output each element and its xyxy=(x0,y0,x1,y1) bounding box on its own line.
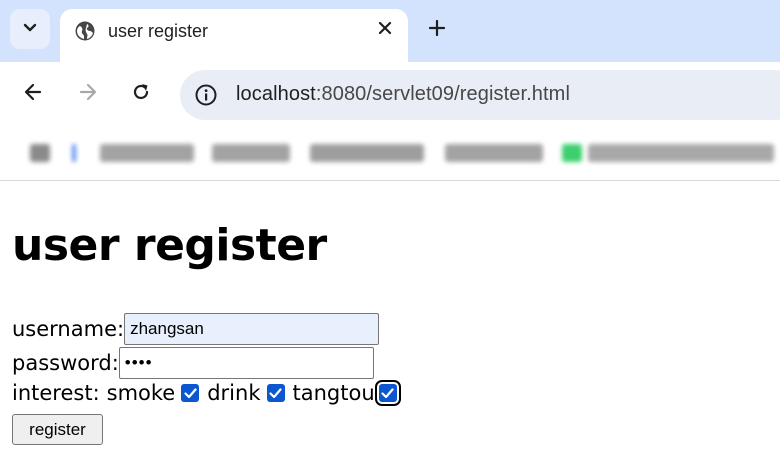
bookmark-item[interactable] xyxy=(212,144,290,162)
close-tab-button[interactable] xyxy=(374,19,396,41)
globe-icon xyxy=(74,20,96,47)
chevron-down-icon xyxy=(23,20,37,38)
bookmark-item[interactable] xyxy=(588,144,774,162)
plus-icon xyxy=(428,19,446,42)
password-label: password: xyxy=(12,351,119,375)
bookmark-separator xyxy=(72,144,76,162)
arrow-right-icon xyxy=(78,82,98,107)
checkmark-icon xyxy=(184,387,197,398)
username-input[interactable] xyxy=(124,313,380,345)
bookmark-item[interactable] xyxy=(562,144,582,162)
interest-drink-label: drink xyxy=(207,381,261,405)
browser-toolbar: localhost:8080/servlet09/register.html xyxy=(0,62,780,126)
close-icon xyxy=(378,21,392,40)
interest-tangtou-label: tangtou xyxy=(292,381,375,405)
bookmark-item[interactable] xyxy=(100,144,194,162)
active-tab[interactable]: user register xyxy=(60,9,408,62)
arrow-left-icon xyxy=(23,82,43,107)
bookmark-item[interactable] xyxy=(310,144,424,162)
interest-label: interest: xyxy=(12,381,100,405)
tab-strip: user register xyxy=(0,0,780,62)
username-label: username: xyxy=(12,317,125,341)
interest-row: interest: smoke drink tangtou xyxy=(12,380,405,406)
username-row: username: xyxy=(12,313,380,345)
back-button[interactable] xyxy=(17,78,49,110)
toolbar-divider xyxy=(0,180,780,181)
bookmark-item[interactable] xyxy=(445,144,543,162)
interest-smoke-checkbox[interactable] xyxy=(181,384,200,402)
bookmark-item[interactable] xyxy=(30,144,50,162)
reload-icon xyxy=(131,82,151,107)
tab-search-button[interactable] xyxy=(10,9,50,49)
address-bar[interactable]: localhost:8080/servlet09/register.html xyxy=(180,70,780,120)
bookmarks-bar xyxy=(0,126,780,180)
register-button[interactable]: register xyxy=(12,414,103,445)
password-input[interactable] xyxy=(118,347,374,379)
forward-button[interactable] xyxy=(72,78,104,110)
checkmark-icon xyxy=(381,387,394,398)
checkmark-icon xyxy=(269,387,282,398)
password-row: password: xyxy=(12,347,374,379)
interest-smoke-label: smoke xyxy=(106,381,176,405)
url-path: :8080/servlet09/register.html xyxy=(315,83,570,105)
new-tab-button[interactable] xyxy=(424,17,450,43)
interest-tangtou-checkbox[interactable] xyxy=(374,380,401,406)
interest-drink-checkbox[interactable] xyxy=(266,384,285,402)
reload-button[interactable] xyxy=(125,78,157,110)
url-text: localhost:8080/servlet09/register.html xyxy=(236,83,570,106)
page-title: user register xyxy=(12,220,327,271)
url-host: localhost xyxy=(236,83,316,105)
tab-title: user register xyxy=(108,21,209,41)
site-info-icon[interactable] xyxy=(194,83,218,112)
